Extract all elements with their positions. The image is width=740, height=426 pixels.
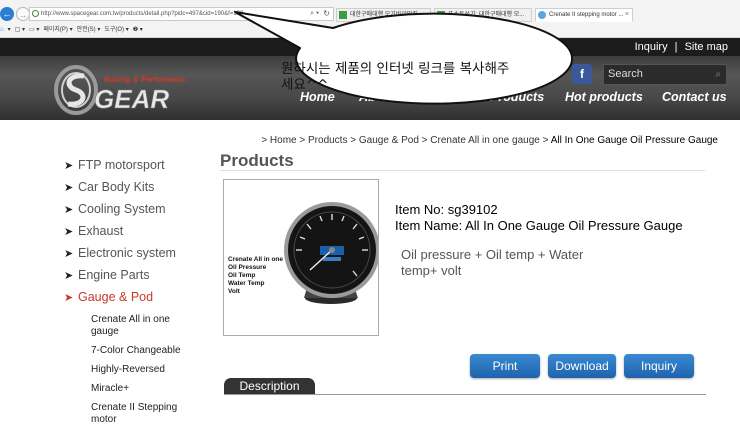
subcategory-highly-reversed[interactable]: Highly-Reversed <box>91 364 191 376</box>
caption-line: Volt <box>228 288 240 295</box>
command-safety[interactable]: 안전(S) ▾ <box>77 27 101 33</box>
caption-line: Water Temp <box>228 280 265 287</box>
nav-hot-products[interactable]: Hot products <box>565 90 643 104</box>
command-bar: ⌂ ▾ ▢ ▾ ▭ ▾ 페이지(P) ▾ 안전(S) ▾ 도구(O) ▾ ❷ ▾ <box>0 24 147 37</box>
arrow-icon: ➤ <box>64 248 74 260</box>
command-tools[interactable]: 도구(O) ▾ <box>104 27 128 33</box>
item-number: Item No: sg39102 <box>395 202 498 217</box>
subcategory-crenate-ii-stepping-motor[interactable]: Crenate II Stepping motor <box>91 402 191 426</box>
tab-favicon <box>437 11 445 19</box>
arrow-icon: ➤ <box>64 226 74 238</box>
arrow-icon: ➤ <box>64 292 74 304</box>
facebook-icon[interactable]: f <box>572 64 592 84</box>
site-map-link[interactable]: Site map <box>685 41 728 53</box>
browser-chrome: ← → http://www.spacegear.com.tw/products… <box>0 0 740 38</box>
arrow-icon: ➤ <box>64 182 74 194</box>
sidebar-item-engine-parts[interactable]: ➤ Engine Parts <box>64 268 150 282</box>
tab-description[interactable]: Description <box>224 378 315 395</box>
command-feeds[interactable]: ▢ ▾ <box>15 27 25 33</box>
browser-tab-1[interactable]: 대한구매대행 모기바이맛집 ... <box>336 8 431 22</box>
caption-line: Oil Pressure <box>228 264 267 271</box>
callout-text: 원하시는 제품의 인터넷 링크를 복사해주세요^^ <box>281 61 510 93</box>
command-mail[interactable]: ▭ ▾ <box>29 27 39 33</box>
tab-label: Crenate II stepping motor ... <box>549 12 624 18</box>
arrow-icon: ➤ <box>64 270 74 282</box>
sidebar-item-label: Engine Parts <box>78 268 150 282</box>
sidebar-item-label: Cooling System <box>78 202 166 216</box>
tab-label: 대한구매대행 모기바이맛집 ... <box>350 12 425 18</box>
tab-favicon <box>538 11 546 19</box>
browser-tab-2[interactable]: 포스트쓰기: 대한구매대행 모... <box>434 8 532 22</box>
close-icon[interactable]: × <box>625 9 629 21</box>
sidebar-item-label: Car Body Kits <box>78 180 155 194</box>
nav-contact-us[interactable]: Contact us <box>662 90 727 104</box>
command-page[interactable]: 페이지(P) ▾ <box>43 27 72 33</box>
logo-graphic: Racing & Performance GEAR <box>54 65 190 115</box>
svg-text:GEAR: GEAR <box>94 84 169 114</box>
sidebar-item-electronic-system[interactable]: ➤ Electronic system <box>64 246 176 260</box>
svg-text:Racing & Performance: Racing & Performance <box>104 75 186 84</box>
tab-divider <box>224 394 706 395</box>
command-home-menu[interactable]: ▾ <box>8 27 11 33</box>
refresh-icon[interactable]: ↻ <box>323 8 330 20</box>
search-input[interactable]: Search ⌕ <box>603 64 727 85</box>
subcategory-crenate-all-in-one[interactable]: Crenate All in one gauge <box>91 314 191 338</box>
download-button[interactable]: Download <box>548 354 616 378</box>
caption-line: Crenate All in one <box>228 256 284 263</box>
youtube-icon[interactable]: You Tube <box>530 64 550 84</box>
home-icon[interactable]: ⌂ <box>0 27 4 33</box>
address-search-icon[interactable]: ⌕ ▾ <box>310 8 319 20</box>
gauge-image-caption: Crenate All in one Oil Pressure Oil Temp… <box>228 256 283 296</box>
page-title: Products <box>220 151 294 170</box>
top-bar: Inquiry | Site map <box>0 38 740 56</box>
search-icon[interactable]: ⌕ <box>715 65 721 84</box>
sidebar-item-label: Electronic system <box>78 246 176 260</box>
product-description: Oil pressure + Oil temp + Water temp+ vo… <box>401 247 584 278</box>
print-button[interactable]: Print <box>470 354 540 378</box>
inquiry-button[interactable]: Inquiry <box>624 354 694 378</box>
address-url: http://www.spacegear.com.tw/products/det… <box>41 11 244 17</box>
caption-line: Oil Temp <box>228 272 256 279</box>
arrow-icon: ➤ <box>64 204 74 216</box>
tab-favicon <box>339 11 347 19</box>
sidebar-item-ftp-motorsport[interactable]: ➤ FTP motorsport <box>64 158 165 172</box>
site-icon <box>32 10 39 17</box>
top-links: Inquiry | Site map <box>635 41 728 53</box>
search-placeholder: Search <box>608 68 643 80</box>
sidebar-item-label: Exhaust <box>78 224 124 238</box>
subcategory-7-color-changeable[interactable]: 7-Color Changeable <box>91 345 191 357</box>
breadcrumb-path[interactable]: > Home > Products > Gauge & Pod > Crenat… <box>261 135 550 146</box>
product-image[interactable]: Crenate All in one Oil Pressure Oil Temp… <box>223 179 379 336</box>
command-help[interactable]: ❷ ▾ <box>133 27 143 33</box>
separator: | <box>674 41 678 53</box>
item-name: Item Name: All In One Gauge Oil Pressure… <box>395 218 683 233</box>
address-bar[interactable]: http://www.spacegear.com.tw/products/det… <box>29 7 334 21</box>
tab-label: 포스트쓰기: 대한구매대행 모... <box>448 12 525 18</box>
site-logo[interactable]: Racing & Performance GEAR <box>46 60 190 120</box>
sidebar-item-car-body-kits[interactable]: ➤ Car Body Kits <box>64 180 154 194</box>
subcategory-miracle-plus[interactable]: Miracle+ <box>91 383 191 395</box>
sidebar-item-label: Gauge & Pod <box>78 290 154 304</box>
sidebar-item-cooling-system[interactable]: ➤ Cooling System <box>64 202 166 216</box>
forward-button[interactable]: → <box>16 7 30 21</box>
breadcrumb-current: All In One Gauge Oil Pressure Gauge <box>550 135 718 146</box>
sidebar-item-label: FTP motorsport <box>78 158 165 172</box>
inquiry-link[interactable]: Inquiry <box>635 41 668 53</box>
title-divider <box>220 170 705 171</box>
browser-tab-3[interactable]: Crenate II stepping motor ... × <box>535 8 633 22</box>
breadcrumb: > Home > Products > Gauge & Pod > Crenat… <box>261 135 718 146</box>
sidebar-item-exhaust[interactable]: ➤ Exhaust <box>64 224 123 238</box>
arrow-icon: ➤ <box>64 160 74 172</box>
sidebar-item-gauge-pod[interactable]: ➤ Gauge & Pod <box>64 290 153 304</box>
back-button[interactable]: ← <box>0 7 14 21</box>
